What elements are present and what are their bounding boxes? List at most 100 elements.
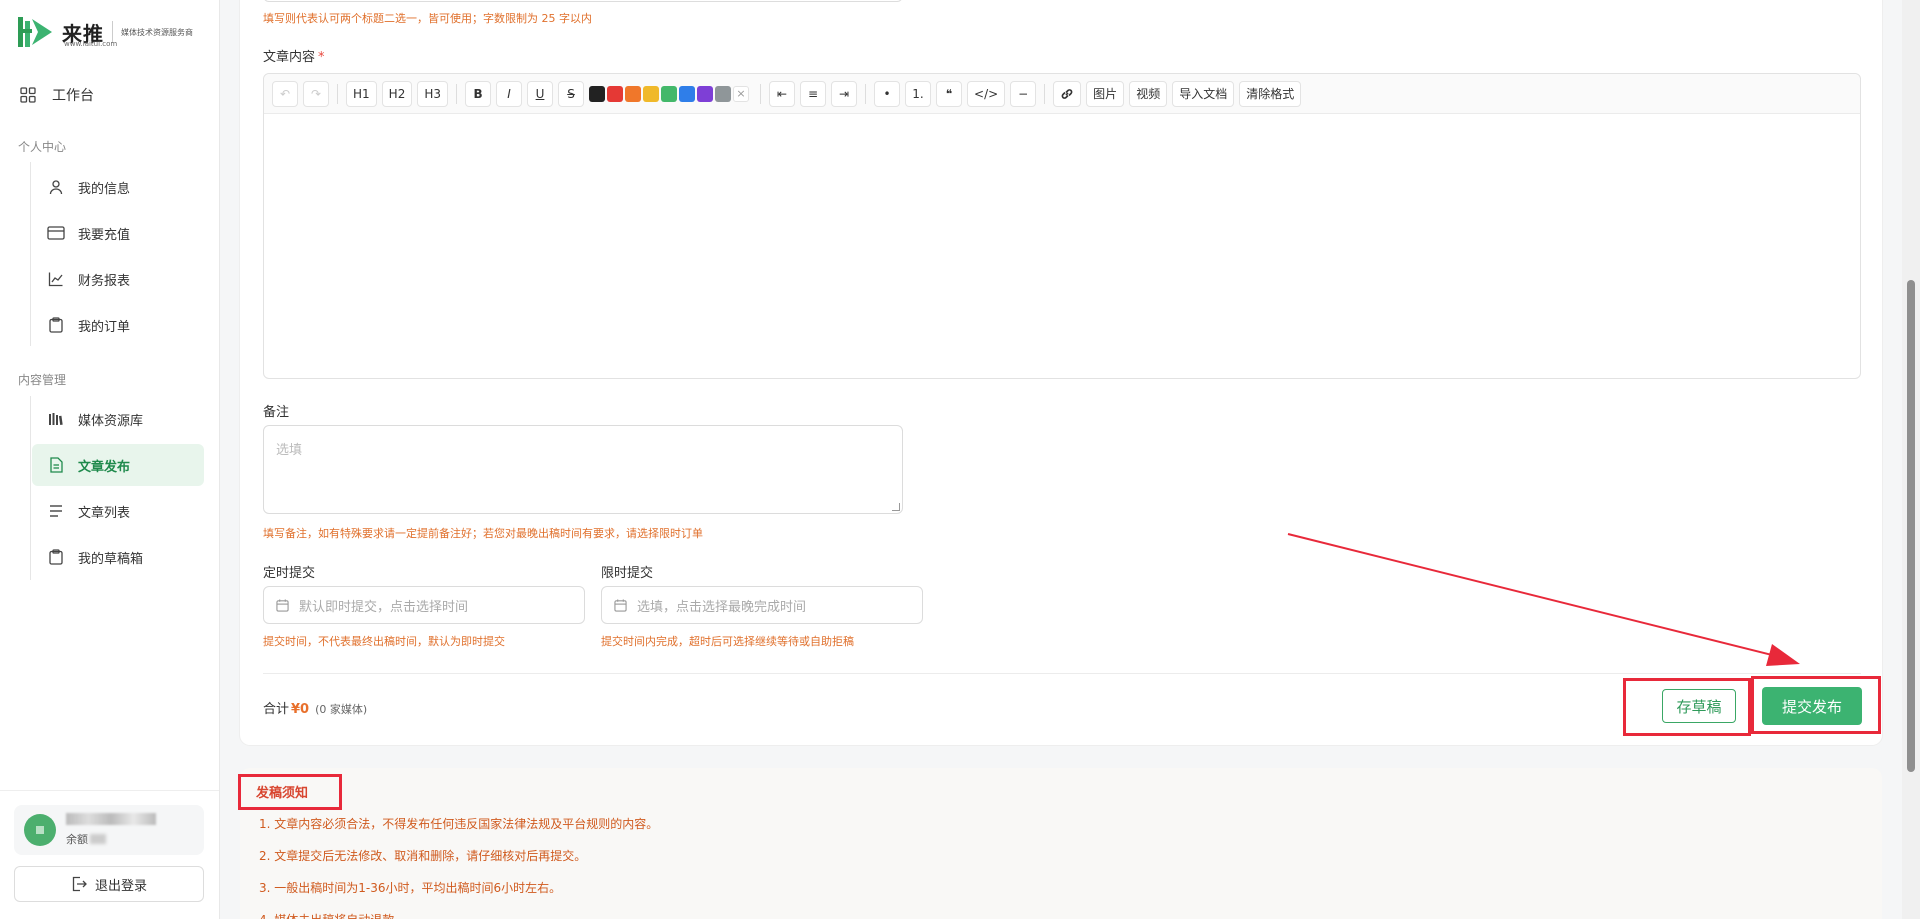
drafts-icon: [46, 549, 66, 565]
bullet-list-button[interactable]: •: [874, 80, 901, 107]
title-input[interactable]: [263, 0, 903, 2]
brand-logo[interactable]: 来推 媒体技术资源服务商 www.laitui.com: [16, 12, 206, 52]
sidebar-item-label: 财务报表: [78, 273, 131, 289]
user-icon: [46, 179, 66, 195]
remark-textarea[interactable]: 选填: [263, 425, 903, 514]
sidebar-item-label: 我的订单: [78, 319, 131, 335]
bold-button[interactable]: B: [465, 80, 492, 107]
sidebar-item-label: 我的草稿箱: [78, 551, 144, 567]
outdent-button[interactable]: ⇤: [769, 80, 796, 107]
color-swatch-black[interactable]: [589, 85, 606, 102]
user-card[interactable]: 余额: [14, 805, 204, 855]
remark-placeholder: 选填: [276, 443, 303, 458]
annotation-box-submit: [1751, 676, 1881, 734]
toolbar-separator: [1044, 83, 1046, 104]
align-button[interactable]: ≡: [800, 80, 827, 107]
logout-icon: [71, 876, 87, 892]
redo-button[interactable]: ↷: [303, 80, 329, 107]
color-swatch-green[interactable]: [661, 85, 678, 102]
calendar-icon: [614, 598, 627, 612]
deadline-time-picker[interactable]: 选填，点击选择最晚完成时间: [601, 586, 923, 624]
annotation-box-draft: [1623, 678, 1751, 736]
logo-mark-icon: [16, 13, 54, 51]
heading-2-button[interactable]: H2: [381, 80, 413, 107]
user-name-redacted: [66, 813, 156, 825]
chart-icon: [46, 271, 66, 287]
strikethrough-button[interactable]: S: [558, 80, 585, 107]
undo-button[interactable]: ↶: [272, 80, 298, 107]
sidebar-item-media-library[interactable]: 媒体资源库: [32, 398, 204, 440]
color-swatch-yellow[interactable]: [643, 85, 660, 102]
color-swatch-gray[interactable]: [715, 85, 732, 102]
sidebar-item-drafts[interactable]: 我的草稿箱: [32, 536, 204, 578]
calendar-icon: [276, 598, 289, 612]
color-swatch-orange[interactable]: [625, 85, 642, 102]
sidebar-item-recharge[interactable]: 我要充值: [32, 212, 204, 254]
sidebar-item-label: 我要充值: [78, 227, 131, 243]
insert-video-button[interactable]: 视频: [1129, 80, 1168, 107]
link-icon: [1061, 88, 1073, 99]
section-content: 内容管理: [18, 373, 67, 387]
sidebar-item-orders[interactable]: 我的订单: [32, 304, 204, 346]
user-balance-label: 余额: [66, 833, 88, 846]
ordered-list-button[interactable]: 1.: [905, 80, 932, 107]
clear-format-button[interactable]: 清除格式: [1239, 80, 1302, 107]
grid-icon: [18, 87, 38, 103]
total-media-count: (0 家媒体): [315, 703, 368, 716]
toolbar-separator: [337, 83, 338, 104]
sidebar-item-label: 媒体资源库: [78, 413, 144, 429]
italic-button[interactable]: I: [496, 80, 523, 107]
link-button[interactable]: [1053, 80, 1082, 107]
sidebar-item-label: 文章列表: [78, 505, 131, 521]
remark-label: 备注: [263, 405, 290, 420]
annotation-box-notice: [238, 774, 342, 810]
scrollbar-thumb[interactable]: [1907, 280, 1915, 772]
clipboard-icon: [46, 317, 66, 333]
notice-card: [240, 768, 1882, 919]
horizontal-rule-button[interactable]: −: [1010, 80, 1037, 107]
brand-url: www.laitui.com: [64, 40, 118, 48]
brand-slogan: 媒体技术资源服务商: [121, 27, 193, 37]
form-divider: [263, 673, 1861, 674]
quote-button[interactable]: ❝: [936, 80, 963, 107]
color-clear-button[interactable]: ×: [733, 85, 750, 102]
nav-group-line: [30, 162, 31, 346]
heading-1-button[interactable]: H1: [346, 80, 377, 107]
underline-button[interactable]: U: [527, 80, 554, 107]
indent-button[interactable]: ⇥: [831, 80, 858, 107]
schedule-time-picker[interactable]: 默认即时提交，点击选择时间: [263, 586, 585, 624]
nav-workbench-label: 工作台: [52, 88, 94, 104]
color-swatch-blue[interactable]: [679, 85, 696, 102]
nav-workbench[interactable]: 工作台: [18, 82, 208, 108]
sidebar: 来推 媒体技术资源服务商 www.laitui.com 工作台 个人中心 我的信…: [0, 0, 220, 919]
annotation-arrow-icon: [1287, 533, 1800, 666]
color-swatch-red[interactable]: [607, 85, 624, 102]
resize-grip-icon[interactable]: [892, 503, 900, 511]
rich-text-editor[interactable]: ↶ ↷ H1 H2 H3 B I U S × ⇤ ≡ ⇥ • 1. ❝ </> …: [263, 73, 1861, 379]
nav-group-line: [30, 396, 31, 580]
heading-3-button[interactable]: H3: [417, 80, 449, 107]
remark-hint: 填写备注，如有特殊要求请一定提前备注好；若您对最晚出稿时间有要求，请选择限时订单: [263, 527, 703, 540]
deadline-placeholder: 选填，点击选择最晚完成时间: [637, 599, 807, 615]
list-icon: [46, 504, 66, 518]
sidebar-divider: [0, 790, 219, 791]
deadline-label: 限时提交: [601, 566, 654, 581]
required-mark: *: [318, 50, 325, 65]
sidebar-item-finance[interactable]: 财务报表: [32, 258, 204, 300]
import-document-button[interactable]: 导入文档: [1172, 80, 1235, 107]
code-button[interactable]: </>: [967, 80, 1006, 107]
sidebar-item-publish-article[interactable]: 文章发布: [32, 444, 204, 486]
notice-item: 4. 媒体未出稿将自动退款。: [259, 911, 406, 919]
sidebar-item-my-info[interactable]: 我的信息: [32, 166, 204, 208]
sidebar-item-label: 文章发布: [78, 459, 131, 475]
total-amount: ¥0: [291, 702, 310, 717]
insert-image-button[interactable]: 图片: [1086, 80, 1125, 107]
page-scrollbar[interactable]: [1902, 0, 1920, 919]
sidebar-item-article-list[interactable]: 文章列表: [32, 490, 204, 532]
card-icon: [46, 226, 66, 240]
content-label: 文章内容 *: [263, 46, 325, 65]
color-swatch-purple[interactable]: [697, 85, 714, 102]
notice-item: 1. 文章内容必须合法，不得发布任何违反国家法律法规及平台规则的内容。: [259, 817, 659, 831]
logout-button[interactable]: 退出登录: [14, 866, 204, 902]
order-total: 合计 ¥0 (0 家媒体): [263, 698, 367, 717]
